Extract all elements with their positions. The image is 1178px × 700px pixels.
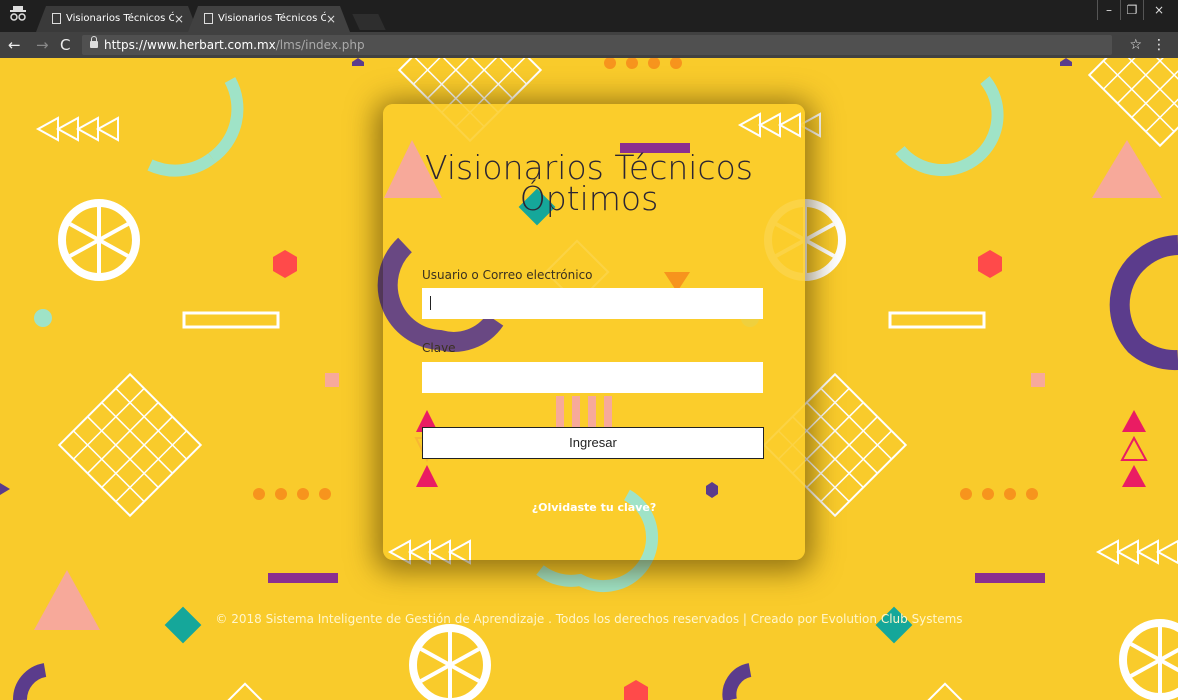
tab-close-icon[interactable]: × xyxy=(174,6,184,32)
incognito-icon xyxy=(10,6,26,21)
window-controls: – ❐ × xyxy=(1097,0,1174,20)
site-title: Visionarios Técnicos Óptimos xyxy=(0,151,1178,218)
username-input[interactable] xyxy=(422,288,763,319)
maximize-button[interactable]: ❐ xyxy=(1120,0,1143,20)
new-tab-button[interactable] xyxy=(352,14,386,30)
password-label: Clave xyxy=(422,341,456,355)
browser-tab-2[interactable]: Visionarios Técnicos Óptimos × xyxy=(188,6,350,32)
login-button[interactable]: Ingresar xyxy=(422,427,764,459)
url-path: /lms/index.php xyxy=(275,38,365,52)
username-label: Usuario o Correo electrónico xyxy=(422,268,593,282)
forgot-password-link[interactable]: ¿Olvidaste tu clave? xyxy=(383,501,805,514)
footer-text: © 2018 Sistema Inteligente de Gestión de… xyxy=(215,612,963,626)
tab-close-icon[interactable]: × xyxy=(326,6,336,32)
url-host: https://www.herbart.com.mx xyxy=(104,38,276,52)
star-icon[interactable]: ☆ xyxy=(1129,35,1142,55)
site-title-line-2: Óptimos xyxy=(519,179,659,218)
reload-icon[interactable]: C xyxy=(60,35,70,55)
forward-icon[interactable]: → xyxy=(36,35,49,55)
document-icon xyxy=(204,13,213,24)
browser-toolbar: ← → C https://www.herbart.com.mx/lms/ind… xyxy=(0,32,1178,58)
minimize-button[interactable]: – xyxy=(1097,0,1120,20)
address-bar[interactable]: https://www.herbart.com.mx/lms/index.php xyxy=(82,35,1112,55)
tab-title: Visionarios Técnicos Óptimos xyxy=(66,13,174,24)
menu-icon[interactable]: ⋮ xyxy=(1152,35,1166,55)
browser-tab-1[interactable]: Visionarios Técnicos Óptimos × xyxy=(36,6,198,32)
text-caret xyxy=(430,296,431,310)
browser-tab-strip: Visionarios Técnicos Óptimos × Visionari… xyxy=(0,0,1178,32)
tab-title: Visionarios Técnicos Óptimos xyxy=(218,13,326,24)
document-icon xyxy=(52,13,61,24)
password-input[interactable] xyxy=(422,362,763,393)
lock-icon xyxy=(90,36,98,48)
back-icon[interactable]: ← xyxy=(8,35,21,55)
close-window-button[interactable]: × xyxy=(1143,0,1174,20)
